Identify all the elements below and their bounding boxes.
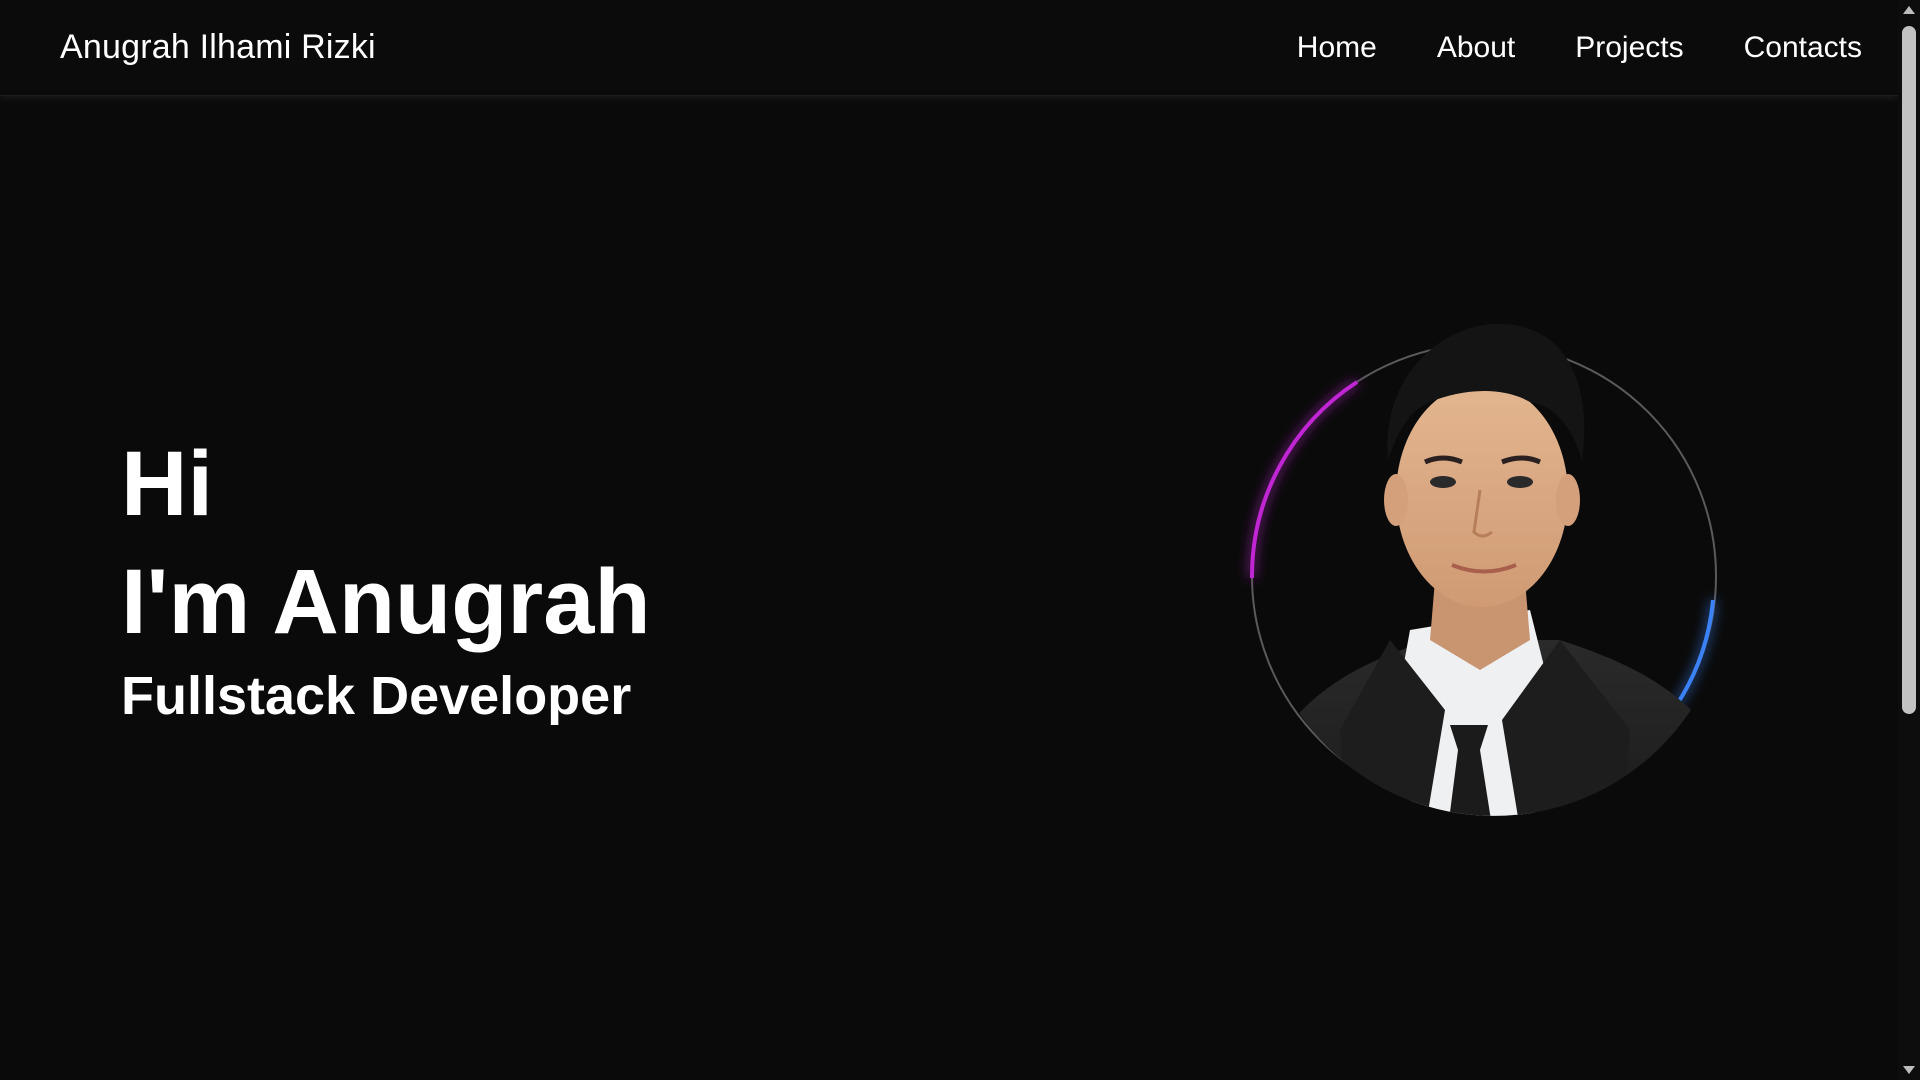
profile-photo: [1249, 323, 1730, 816]
scroll-up-icon[interactable]: [1903, 6, 1915, 14]
nav-home[interactable]: Home: [1297, 31, 1377, 65]
hero-role: Fullstack Developer: [121, 666, 632, 726]
main-nav: Home About Projects Contacts: [1297, 31, 1862, 65]
navbar: Anugrah Ilhami Rizki Home About Projects…: [0, 0, 1898, 96]
scrollbar-thumb[interactable]: [1902, 26, 1916, 714]
person-illustration: [1260, 323, 1730, 816]
ring-magenta-arc: [1249, 380, 1359, 579]
profile-photo-container: [1230, 310, 1750, 890]
nav-projects[interactable]: Projects: [1575, 31, 1683, 65]
hero-greeting: Hi: [121, 433, 213, 535]
ring-blue-arc: [1674, 599, 1715, 708]
page-scrollbar[interactable]: [1898, 0, 1920, 1080]
scroll-down-icon[interactable]: [1903, 1066, 1915, 1074]
nav-contacts[interactable]: Contacts: [1744, 31, 1862, 65]
brand-name[interactable]: Anugrah Ilhami Rizki: [60, 28, 376, 67]
hero-text: Hi I'm Anugrah Fullstack Developer: [121, 428, 651, 726]
page: Anugrah Ilhami Rizki Home About Projects…: [0, 0, 1920, 1080]
nav-about[interactable]: About: [1437, 31, 1515, 65]
hero-name: I'm Anugrah: [121, 551, 651, 653]
